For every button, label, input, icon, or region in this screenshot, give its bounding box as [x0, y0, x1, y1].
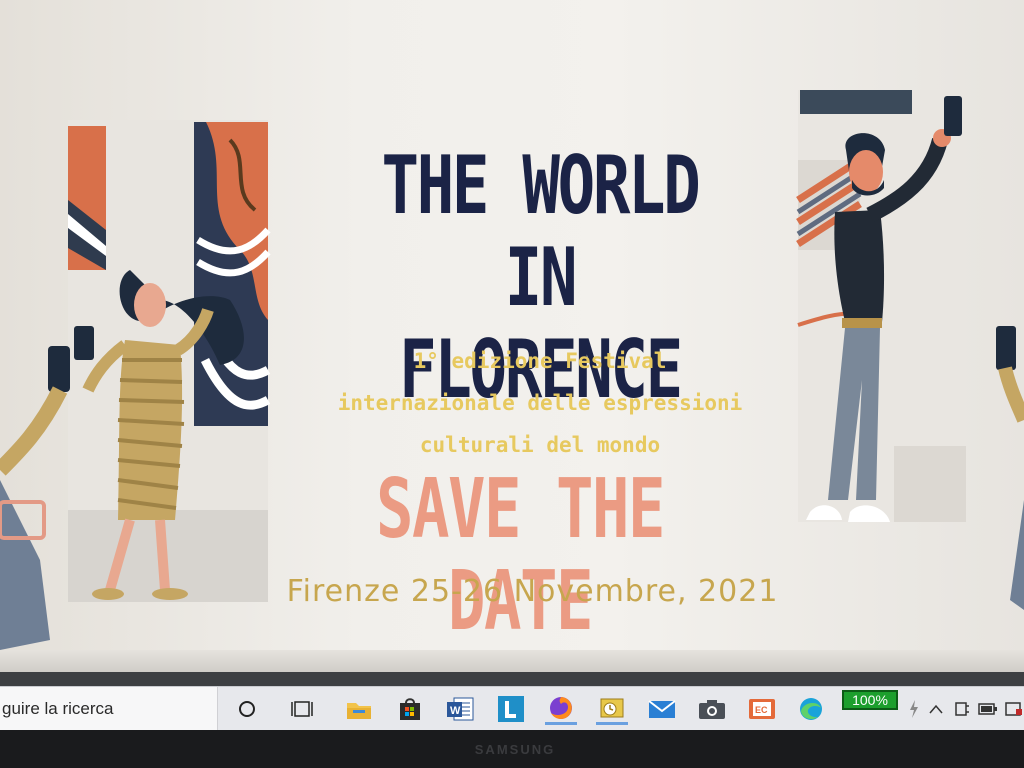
edge-icon[interactable] [795, 693, 827, 725]
right-gallery-illustration [796, 90, 1024, 610]
firefox-icon[interactable] [545, 693, 577, 725]
file-explorer-icon[interactable] [343, 693, 375, 725]
monitor-brand-logo: SAMSUNG [474, 742, 556, 757]
poster-screen: THE WORLD IN FLORENCE 1° edizione Festiv… [0, 0, 1024, 672]
mail-icon[interactable] [646, 693, 678, 725]
subtitle-line-2: internazionale delle espressioni [337, 391, 743, 415]
taskbar-search-box[interactable]: guire la ricerca [0, 687, 218, 731]
left-gallery-illustration [0, 120, 271, 650]
svg-text:W: W [450, 705, 461, 717]
camera-icon[interactable] [696, 693, 728, 725]
cortana-circle-icon[interactable] [231, 693, 263, 725]
subtitle-line-3: culturali del mondo [419, 433, 661, 457]
battery-percentage-badge: 100% [842, 690, 898, 710]
word-icon[interactable]: W [444, 693, 476, 725]
svg-text:EC: EC [755, 705, 768, 715]
pdf-icon[interactable]: EC [746, 693, 778, 725]
outlook-icon[interactable] [596, 693, 628, 725]
lock-tray-icon[interactable] [998, 693, 1024, 725]
event-dates: Firenze 25-26 Novembre, 2021 [286, 574, 779, 609]
poster-subtitle: 1° edizione Festival internazionale dell… [270, 340, 810, 466]
subtitle-line-1: 1° edizione Festival [413, 349, 667, 373]
window-bottom-frame [0, 672, 1024, 686]
l-app-icon[interactable] [495, 693, 527, 725]
save-the-date-heading: SAVE THE DATE [375, 462, 666, 649]
store-icon[interactable] [394, 693, 426, 725]
task-view-icon[interactable] [286, 693, 318, 725]
title-line-1: THE WORLD IN [381, 139, 700, 324]
poster-bottom-edge [0, 650, 1024, 672]
